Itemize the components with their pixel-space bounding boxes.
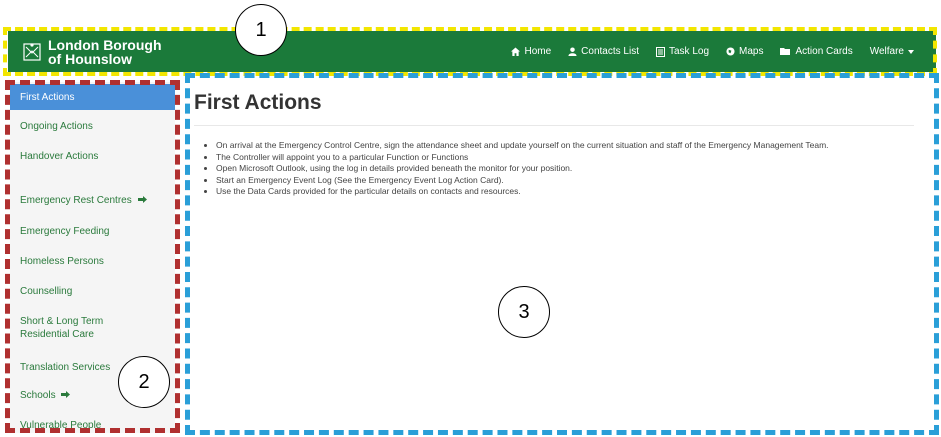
annotation-marker-1: 1 [235,4,287,56]
annotation-marker-label: 2 [138,370,150,393]
annotation-marker-label: 1 [255,18,267,41]
annotation-marker-2: 2 [118,356,170,408]
annotation-marker-label: 3 [518,300,530,323]
annotation-box-navbar [3,27,937,76]
annotation-marker-3: 3 [498,286,550,338]
annotation-box-content [185,73,939,435]
